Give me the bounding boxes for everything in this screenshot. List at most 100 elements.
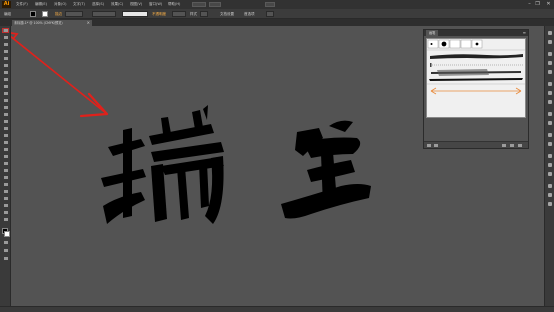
- art-brush-stroke-1: [430, 54, 523, 59]
- document-tab-bar: 未标题-1* @ 100% (CMYK/预览) ×: [0, 19, 554, 26]
- gradient-tool-icon[interactable]: [2, 161, 9, 166]
- rectangle-tool-icon[interactable]: [2, 77, 9, 82]
- perspective-grid-tool-icon[interactable]: [2, 147, 9, 152]
- brush-options-icon[interactable]: [502, 144, 506, 147]
- document-tab-title: 未标题-1* @ 100% (CMYK/预览): [14, 21, 63, 25]
- stroke-swatch[interactable]: [42, 11, 48, 17]
- direct-selection-tool-icon[interactable]: [2, 35, 9, 40]
- column-graph-tool-icon[interactable]: [2, 189, 9, 194]
- eyedropper-tool-icon[interactable]: [2, 168, 9, 173]
- menu-type[interactable]: 文字(T): [73, 2, 85, 7]
- dock-stroke-icon[interactable]: [547, 81, 553, 87]
- screen-mode-icon[interactable]: [2, 256, 9, 261]
- close-icon[interactable]: ✕: [545, 1, 552, 8]
- menu-file[interactable]: 文件(F): [16, 2, 28, 7]
- workspace-switcher[interactable]: [265, 2, 275, 7]
- hand-tool-icon[interactable]: [2, 210, 9, 215]
- remove-brush-stroke-icon[interactable]: [434, 144, 438, 147]
- dock-paragraph-icon[interactable]: [547, 192, 553, 198]
- dock-pathfinder-icon[interactable]: [547, 171, 553, 177]
- blob-brush-tool-icon[interactable]: [2, 98, 9, 103]
- arrow-brush-stroke: [430, 87, 522, 95]
- scale-tool-icon[interactable]: [2, 119, 9, 124]
- type-tool-icon[interactable]: [2, 63, 9, 68]
- bridge-button[interactable]: [192, 2, 206, 7]
- control-bar: 编组 描边 不透明度 样式 文档设置 首选项: [0, 9, 554, 19]
- mesh-tool-icon[interactable]: [2, 154, 9, 159]
- fill-swatch[interactable]: [30, 11, 36, 17]
- panel-menu-icon[interactable]: ≡: [523, 30, 526, 36]
- restore-icon[interactable]: ❐: [534, 1, 541, 8]
- rotate-tool-icon[interactable]: [2, 112, 9, 117]
- dock-opentype-icon[interactable]: [547, 201, 553, 207]
- brushes-panel: 画笔 ≡: [423, 29, 529, 149]
- status-bar: [0, 306, 554, 312]
- pencil-tool-icon[interactable]: [2, 91, 9, 96]
- paintbrush-tool-icon[interactable]: [2, 84, 9, 89]
- stroke-color-icon[interactable]: [4, 231, 10, 237]
- menu-edit[interactable]: 编辑(E): [35, 2, 47, 7]
- opacity-label[interactable]: 不透明度: [152, 12, 166, 17]
- selection-tool-icon[interactable]: [2, 28, 9, 33]
- dock-color-guide-icon[interactable]: [547, 39, 553, 45]
- preferences-button[interactable]: 首选项: [244, 12, 255, 17]
- artboard-tool-icon[interactable]: [2, 196, 9, 201]
- dock-graphic-styles-icon[interactable]: [547, 120, 553, 126]
- variable-width-profile[interactable]: [92, 11, 116, 17]
- arrange-documents-button[interactable]: [209, 2, 221, 7]
- blend-tool-icon[interactable]: [2, 175, 9, 180]
- dock-symbols-icon[interactable]: [547, 69, 553, 75]
- stroke-weight-field[interactable]: [65, 11, 83, 17]
- opacity-field[interactable]: [172, 11, 186, 17]
- minimize-icon[interactable]: –: [526, 1, 533, 8]
- brushes-panel-tab[interactable]: 画笔: [426, 30, 439, 36]
- dock-character-icon[interactable]: [547, 183, 553, 189]
- line-tool-icon[interactable]: [2, 70, 9, 75]
- width-tool-icon[interactable]: [2, 126, 9, 131]
- style-picker[interactable]: [200, 11, 208, 17]
- align-options-button[interactable]: [266, 11, 274, 17]
- menu-effect[interactable]: 效果(C): [111, 2, 123, 7]
- zoom-tool-icon[interactable]: [2, 217, 9, 222]
- menu-view[interactable]: 视图(V): [130, 2, 142, 7]
- art-brush-stroke-2: [430, 63, 523, 67]
- dock-align-icon[interactable]: [547, 153, 553, 159]
- dock-transform-icon[interactable]: [547, 162, 553, 168]
- panel-header: 画笔 ≡: [424, 30, 528, 36]
- eraser-tool-icon[interactable]: [2, 105, 9, 110]
- shape-builder-tool-icon[interactable]: [2, 140, 9, 145]
- menu-help[interactable]: 帮助(H): [168, 2, 180, 7]
- app-logo: Ai: [2, 1, 11, 8]
- panel-footer: [424, 141, 528, 148]
- brush-glyph-1: [101, 105, 224, 224]
- art-brush-stroke-3: [431, 69, 521, 76]
- dock-layers-icon[interactable]: [547, 132, 553, 138]
- dock-transparency-icon[interactable]: [547, 99, 553, 105]
- symbol-sprayer-tool-icon[interactable]: [2, 182, 9, 187]
- dock-brushes-icon[interactable]: [547, 60, 553, 66]
- stroke-label[interactable]: 描边: [55, 12, 62, 17]
- dock-swatches-icon[interactable]: [547, 51, 553, 57]
- dock-color-icon[interactable]: [547, 30, 553, 36]
- menu-select[interactable]: 选择(S): [92, 2, 104, 7]
- panel-dock: [544, 26, 554, 306]
- menu-bar: Ai 文件(F) 编辑(E) 对象(O) 文字(T) 选择(S) 效果(C) 视…: [0, 0, 554, 9]
- slice-tool-icon[interactable]: [2, 203, 9, 208]
- document-setup-button[interactable]: 文档设置: [220, 12, 234, 17]
- dock-appearance-icon[interactable]: [547, 111, 553, 117]
- new-brush-icon[interactable]: [510, 144, 514, 147]
- drawing-mode-icon[interactable]: [2, 248, 9, 253]
- brush-glyph-2: [281, 120, 371, 219]
- menu-window[interactable]: 窗口(W): [149, 2, 162, 7]
- dock-gradient-icon[interactable]: [547, 90, 553, 96]
- dock-artboards-icon[interactable]: [547, 141, 553, 147]
- color-mode-icon[interactable]: [2, 240, 9, 245]
- menu-object[interactable]: 对象(O): [54, 2, 67, 7]
- free-transform-tool-icon[interactable]: [2, 133, 9, 138]
- delete-brush-icon[interactable]: [518, 144, 522, 147]
- brush-definition-field[interactable]: [122, 11, 148, 17]
- brush-libraries-menu-icon[interactable]: [427, 144, 431, 147]
- lasso-tool-icon[interactable]: [2, 49, 9, 54]
- magic-wand-tool-icon[interactable]: [2, 42, 9, 47]
- pen-tool-icon[interactable]: [2, 56, 9, 61]
